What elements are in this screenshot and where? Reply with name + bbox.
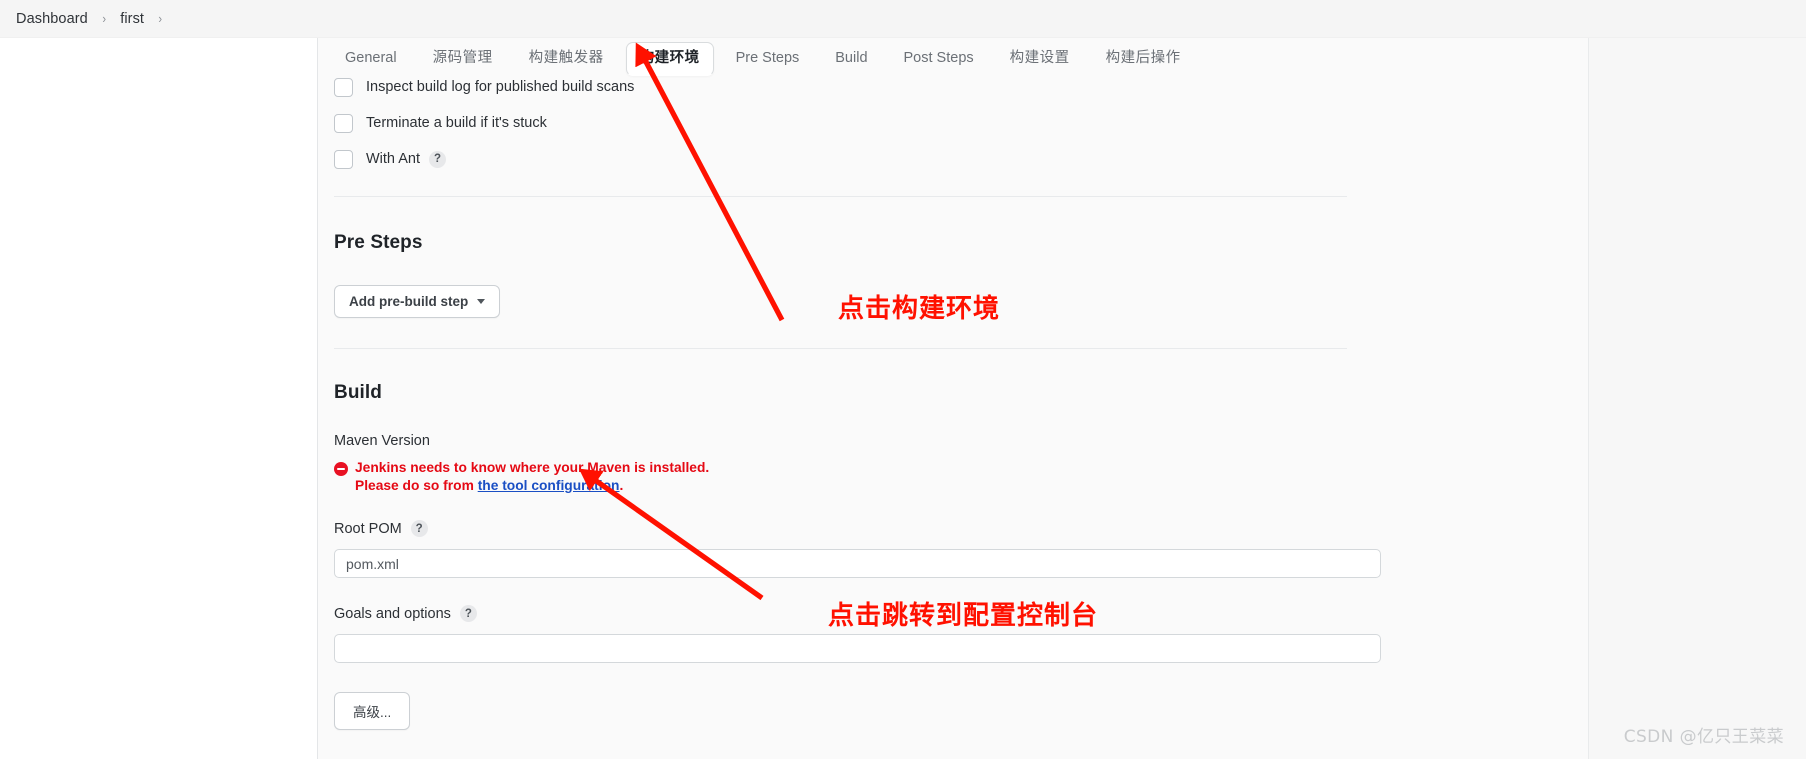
help-icon-with-ant[interactable]: ? bbox=[429, 150, 446, 168]
breadcrumb: Dashboard › first › bbox=[0, 0, 1806, 38]
page-canvas: General 源码管理 构建触发器 构建环境 Pre Steps Build … bbox=[0, 38, 1806, 759]
tool-configuration-link[interactable]: the tool configuration bbox=[478, 478, 620, 493]
checkbox-inspect-build-log[interactable] bbox=[334, 77, 353, 97]
root-pom-input[interactable] bbox=[334, 549, 1381, 578]
chevron-down-icon bbox=[477, 299, 486, 304]
maven-not-configured-error: Jenkins needs to know where your Maven i… bbox=[334, 459, 1572, 495]
goals-and-options-input[interactable] bbox=[334, 634, 1381, 663]
watermark: CSDN @亿只王菜菜 bbox=[1623, 727, 1784, 747]
section-title-pre-steps: Pre Steps bbox=[334, 232, 423, 253]
checkbox-label-terminate-stuck-build: Terminate a build if it's stuck bbox=[366, 115, 547, 131]
checkbox-row-inspect-build-log[interactable]: Inspect build log for published build sc… bbox=[334, 70, 1572, 104]
section-divider-1 bbox=[334, 196, 1347, 197]
goals-and-options-label-text: Goals and options bbox=[334, 605, 451, 622]
error-icon bbox=[334, 462, 348, 476]
maven-version-label: Maven Version bbox=[334, 433, 430, 449]
checkbox-row-terminate-stuck-build[interactable]: Terminate a build if it's stuck bbox=[334, 106, 1572, 140]
annotation-label-tool-configuration: 点击跳转到配置控制台 bbox=[828, 601, 1099, 631]
checkbox-row-with-ant[interactable]: With Ant ? bbox=[334, 142, 1572, 176]
maven-error-line-2-suffix: . bbox=[619, 478, 624, 493]
right-gutter bbox=[1589, 38, 1806, 759]
section-title-build: Build bbox=[334, 382, 382, 403]
section-divider-2 bbox=[334, 348, 1347, 349]
breadcrumb-item-dashboard[interactable]: Dashboard bbox=[16, 11, 88, 27]
breadcrumb-separator-icon-2: › bbox=[158, 11, 163, 26]
checkbox-terminate-stuck-build[interactable] bbox=[334, 113, 353, 133]
root-pom-label: Root POM ? bbox=[334, 520, 1572, 537]
root-pom-label-text: Root POM bbox=[334, 520, 402, 537]
checkbox-with-ant[interactable] bbox=[334, 149, 353, 169]
annotation-label-build-environment: 点击构建环境 bbox=[838, 294, 1001, 324]
maven-error-line-2-prefix: Please do so from bbox=[355, 478, 478, 493]
advanced-button[interactable]: 高级... bbox=[334, 692, 411, 730]
maven-error-line-1: Jenkins needs to know where your Maven i… bbox=[355, 460, 710, 475]
breadcrumb-item-first[interactable]: first bbox=[120, 11, 144, 27]
add-pre-build-step-label: Add pre-build step bbox=[349, 294, 469, 309]
breadcrumb-separator-icon: › bbox=[102, 11, 106, 26]
checkbox-label-with-ant: With Ant bbox=[366, 151, 420, 167]
add-pre-build-step-button[interactable]: Add pre-build step bbox=[334, 285, 501, 318]
help-icon-root-pom[interactable]: ? bbox=[410, 520, 428, 537]
checkbox-label-inspect-build-log: Inspect build log for published build sc… bbox=[366, 79, 635, 95]
maven-error-text: Jenkins needs to know where your Maven i… bbox=[355, 459, 709, 495]
help-icon-goals-and-options[interactable]: ? bbox=[459, 605, 477, 622]
